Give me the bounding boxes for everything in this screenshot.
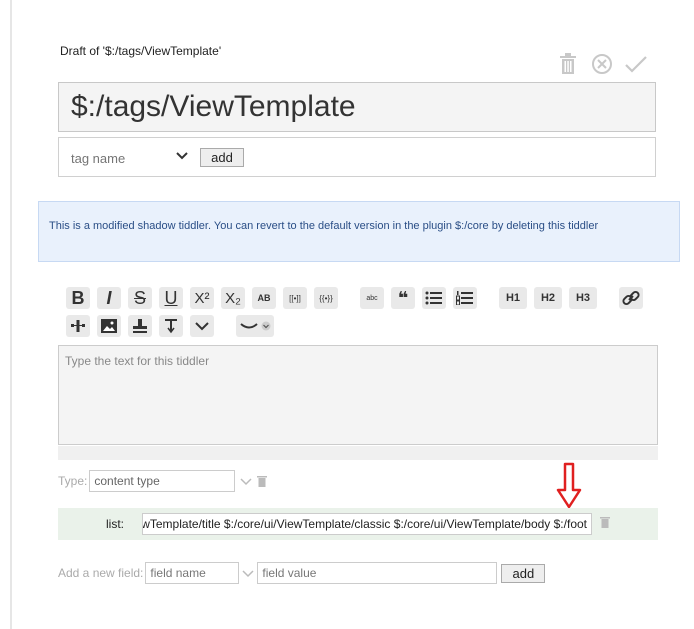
trash-icon[interactable]	[257, 475, 268, 487]
close-circle-icon	[592, 54, 612, 74]
type-label: Type:	[58, 474, 88, 488]
cancel-button[interactable]	[590, 52, 614, 76]
wikilink-button[interactable]: [[•]]	[283, 287, 307, 309]
superscript-button[interactable]: X²	[190, 287, 214, 309]
picture-button[interactable]	[97, 315, 121, 337]
heading-3-button[interactable]: H3	[569, 287, 597, 309]
type-field-row: Type: content type	[58, 470, 268, 492]
quote-button[interactable]: ❝	[391, 287, 415, 309]
excise-button[interactable]	[66, 315, 90, 337]
stamp-icon	[133, 319, 147, 333]
list-field-input[interactable]: $:/tags/ViewTemplate/title $:/core/ui/Vi…	[142, 513, 592, 535]
heading-2-button[interactable]: H2	[534, 287, 562, 309]
size-button[interactable]	[159, 315, 183, 337]
stamp-button[interactable]	[128, 315, 152, 337]
bullet-list-button[interactable]	[422, 287, 446, 309]
red-arrow-annotation	[556, 462, 582, 509]
smallcaps-button[interactable]: AB	[252, 287, 276, 309]
tag-name-input[interactable]	[69, 147, 178, 169]
field-name-input[interactable]: field name	[145, 562, 240, 584]
trash-icon	[560, 53, 576, 74]
transclude-button[interactable]: {{•}}	[314, 287, 338, 309]
bold-button[interactable]: B	[66, 287, 90, 309]
picture-icon	[101, 319, 117, 333]
preview-toggle-button[interactable]	[236, 315, 274, 337]
preview-icon	[240, 323, 258, 329]
italic-button[interactable]: I	[97, 287, 121, 309]
bullet-list-icon	[425, 291, 442, 305]
field-value-input[interactable]: field value	[257, 562, 498, 584]
tag-editor: add	[58, 137, 656, 177]
underline-button[interactable]: U	[159, 287, 183, 309]
trash-icon[interactable]	[600, 516, 610, 528]
add-field-label: Add a new field:	[58, 566, 144, 580]
link-button[interactable]	[619, 287, 643, 309]
shadow-tiddler-notice: This is a modified shadow tiddler. You c…	[38, 201, 680, 262]
delete-button[interactable]	[556, 52, 580, 76]
chevron-down-icon	[195, 322, 209, 331]
toolbar-row-2	[66, 314, 666, 338]
link-icon	[622, 290, 640, 306]
subscript-button[interactable]: X₂	[221, 287, 245, 309]
editor-footer-bar	[58, 446, 658, 460]
content-type-input[interactable]: content type	[89, 470, 236, 492]
text-size-icon	[165, 319, 177, 334]
strikethrough-button[interactable]: S	[128, 287, 152, 309]
list-field-value: $:/tags/ViewTemplate/title $:/core/ui/Vi…	[142, 517, 587, 531]
chevron-down-icon[interactable]	[239, 474, 253, 488]
editor-toolbar: B I S U X² X₂ AB [[•]] {{•}} abc ❝ H1 H2	[66, 286, 666, 342]
title-input[interactable]: $:/tags/ViewTemplate	[58, 82, 656, 132]
numbered-list-icon	[456, 291, 473, 305]
chevron-down-small-icon	[261, 321, 271, 331]
page-left-border	[10, 0, 12, 629]
list-field-row: list: $:/tags/ViewTemplate/title $:/core…	[58, 508, 658, 540]
chevron-down-icon[interactable]	[241, 566, 255, 580]
check-icon	[625, 56, 647, 73]
numbered-list-button[interactable]	[453, 287, 477, 309]
add-field-button[interactable]: add	[501, 563, 546, 583]
list-field-label: list:	[106, 517, 124, 531]
toolbar-row-1: B I S U X² X₂ AB [[•]] {{•}} abc ❝ H1 H2	[66, 286, 666, 310]
edit-controls	[556, 52, 648, 76]
save-button[interactable]	[624, 52, 648, 76]
add-tag-button[interactable]: add	[200, 148, 244, 167]
draft-heading: Draft of '$:/tags/ViewTemplate'	[60, 44, 222, 58]
body-textarea[interactable]: Type the text for this tiddler	[58, 345, 658, 445]
heading-1-button[interactable]: H1	[499, 287, 527, 309]
more-button[interactable]	[190, 315, 214, 337]
mono-block-button[interactable]: abc	[360, 287, 384, 309]
add-field-row: Add a new field: field name field value …	[58, 562, 546, 584]
excise-icon	[71, 320, 85, 332]
chevron-down-icon[interactable]	[175, 149, 189, 163]
